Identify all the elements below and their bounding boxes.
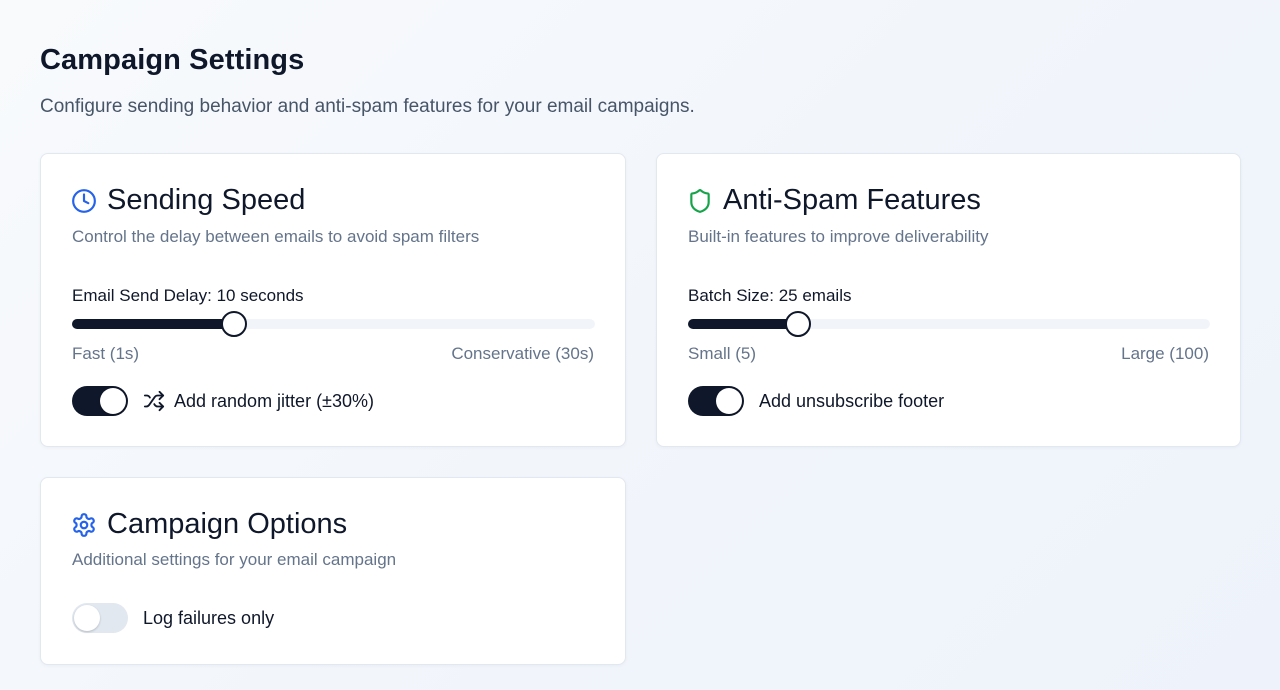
shuffle-icon (143, 390, 165, 412)
campaign-options-description: Additional settings for your email campa… (72, 550, 397, 569)
sending-speed-description: Control the delay between emails to avoi… (72, 227, 480, 246)
log-failures-label: Log failures only (143, 607, 275, 628)
sending-speed-header: Sending Speed (71, 184, 305, 217)
jitter-label: Add random jitter (±30%) (174, 390, 374, 411)
log-failures-toggle-row: Log failures only (72, 603, 274, 633)
jitter-toggle-knob (100, 388, 126, 414)
unsubscribe-label: Add unsubscribe footer (759, 390, 945, 411)
gear-icon (71, 512, 97, 538)
sending-speed-title: Sending Speed (107, 184, 306, 216)
unsubscribe-toggle-knob (716, 388, 742, 414)
campaign-options-header: Campaign Options (71, 508, 347, 541)
page-title: Campaign Settings (40, 44, 305, 76)
sending-speed-card: Sending Speed Control the delay between … (40, 153, 626, 447)
clock-icon (71, 188, 97, 214)
unsubscribe-toggle-row: Add unsubscribe footer (688, 386, 944, 416)
log-failures-toggle-knob (74, 605, 100, 631)
batch-size-slider-thumb[interactable] (784, 311, 811, 337)
campaign-options-title: Campaign Options (107, 508, 348, 540)
anti-spam-header: Anti-Spam Features (687, 184, 981, 217)
send-delay-slider[interactable] (72, 311, 595, 337)
page-subtitle: Configure sending behavior and anti-spam… (40, 96, 695, 117)
anti-spam-description: Built-in features to improve deliverabil… (688, 227, 989, 246)
send-delay-max-label: Conservative (30s) (451, 344, 594, 363)
unsubscribe-toggle[interactable] (688, 386, 744, 416)
jitter-toggle-row: Add random jitter (±30%) (72, 386, 374, 416)
anti-spam-card: Anti-Spam Features Built-in features to … (656, 153, 1241, 447)
campaign-options-card: Campaign Options Additional settings for… (40, 477, 626, 665)
shield-icon (687, 188, 713, 214)
anti-spam-title: Anti-Spam Features (723, 184, 981, 216)
send-delay-slider-thumb[interactable] (221, 311, 248, 337)
batch-size-slider[interactable] (688, 311, 1210, 337)
jitter-toggle[interactable] (72, 386, 128, 416)
batch-size-label: Batch Size: 25 emails (688, 286, 852, 305)
batch-size-min-label: Small (5) (688, 344, 757, 363)
send-delay-slider-fill (72, 319, 235, 329)
send-delay-min-label: Fast (1s) (72, 344, 140, 363)
send-delay-label: Email Send Delay: 10 seconds (72, 286, 304, 305)
log-failures-toggle[interactable] (72, 603, 128, 633)
batch-size-max-label: Large (100) (1121, 344, 1209, 363)
batch-size-slider-fill (688, 319, 798, 329)
